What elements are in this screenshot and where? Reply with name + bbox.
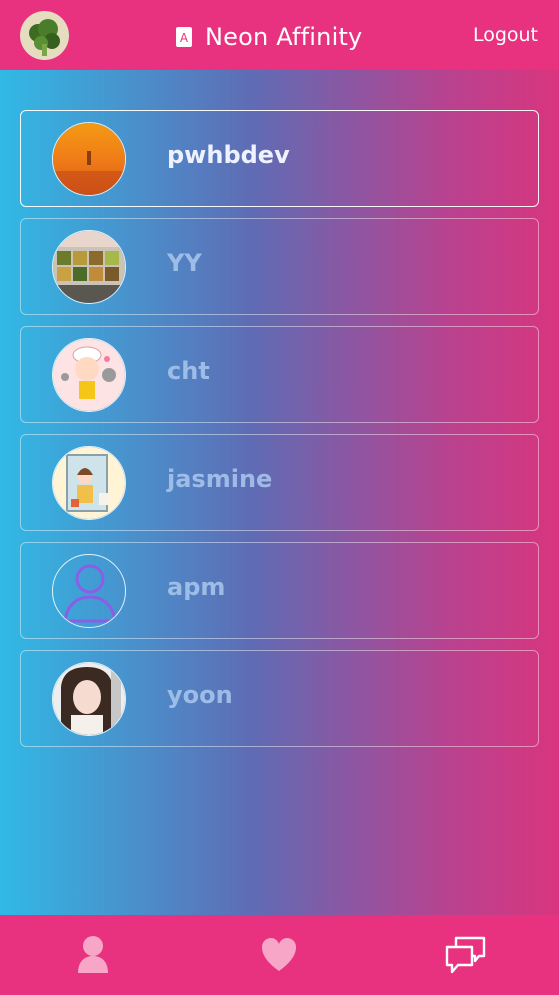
app-title: Neon Affinity <box>205 23 363 51</box>
user-name: jasmine <box>167 465 273 493</box>
top-bar: A Neon Affinity Logout <box>0 0 559 70</box>
avatar <box>52 662 126 736</box>
default-avatar-icon <box>52 554 126 628</box>
profile-icon[interactable] <box>71 935 115 975</box>
avatar <box>52 122 126 196</box>
user-name: pwhbdev <box>167 141 290 169</box>
brand: A Neon Affinity <box>175 20 362 54</box>
user-row-yoon[interactable]: yoon <box>20 650 539 747</box>
user-row-cht[interactable]: cht <box>20 326 539 423</box>
user-name: YY <box>167 249 202 277</box>
avatar <box>52 446 126 520</box>
card-icon: A <box>176 27 192 47</box>
bottom-nav <box>0 915 559 995</box>
user-row-pwhbdev[interactable]: pwhbdev <box>20 110 539 207</box>
chat-icon[interactable] <box>444 935 488 975</box>
header-avatar[interactable] <box>20 11 69 60</box>
user-row-apm[interactable]: apm <box>20 542 539 639</box>
avatar <box>52 230 126 304</box>
user-row-yy[interactable]: YY <box>20 218 539 315</box>
user-name: yoon <box>167 681 233 709</box>
user-name: cht <box>167 357 210 385</box>
user-list: pwhbdev YY cht jasmine apm yoon <box>20 110 539 758</box>
heart-icon[interactable] <box>257 935 301 975</box>
avatar <box>52 338 126 412</box>
logout-button[interactable]: Logout <box>473 24 538 46</box>
user-name: apm <box>167 573 226 601</box>
user-row-jasmine[interactable]: jasmine <box>20 434 539 531</box>
svg-text:A: A <box>180 31 189 45</box>
